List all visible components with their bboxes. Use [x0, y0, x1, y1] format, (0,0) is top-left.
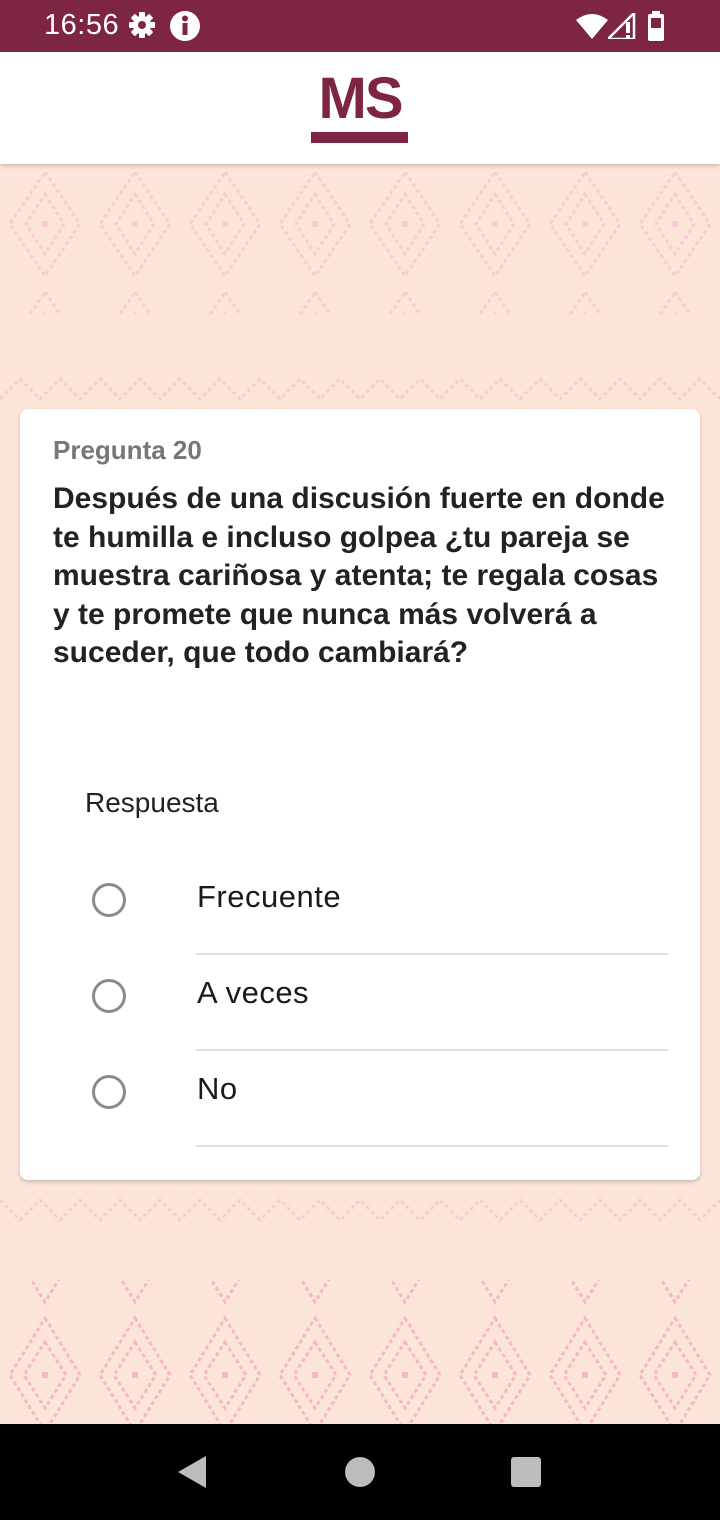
- answer-label: Respuesta: [85, 787, 219, 818]
- option-a-veces[interactable]: A veces: [20, 963, 700, 1059]
- home-icon[interactable]: [344, 1456, 376, 1493]
- option-no[interactable]: No: [20, 1059, 700, 1155]
- status-time: 16:56: [44, 9, 120, 41]
- app-logo: MS: [318, 66, 404, 131]
- background-pattern-bottom: [0, 1197, 720, 1424]
- back-icon[interactable]: [176, 1454, 208, 1495]
- divider: [196, 1049, 668, 1051]
- info-icon: [170, 11, 200, 46]
- divider: [196, 1145, 668, 1147]
- signal-icon: [604, 9, 636, 44]
- navigation-bar: [0, 1424, 720, 1520]
- question-card: Pregunta 20 Después de una discusión fue…: [20, 409, 700, 1180]
- radio-button-no[interactable]: [92, 1075, 126, 1109]
- recents-icon[interactable]: [510, 1456, 542, 1493]
- radio-button-a-veces[interactable]: [92, 979, 126, 1013]
- divider: [196, 953, 668, 955]
- battery-icon: [647, 11, 665, 46]
- background-pattern-top: [0, 164, 720, 402]
- gear-icon: [128, 11, 156, 44]
- option-frecuente[interactable]: Frecuente: [20, 867, 700, 963]
- option-label[interactable]: A veces: [197, 975, 309, 1011]
- question-number: Pregunta 20: [53, 435, 202, 465]
- radio-button-frecuente[interactable]: [92, 883, 126, 917]
- option-label[interactable]: No: [197, 1071, 238, 1107]
- question-text: Después de una discusión fuerte en donde…: [53, 482, 665, 669]
- wifi-icon: [576, 13, 608, 44]
- app-header: MS: [0, 52, 720, 164]
- logo-underline: [311, 132, 408, 143]
- status-bar: 16:56: [0, 0, 720, 52]
- option-label[interactable]: Frecuente: [197, 879, 341, 915]
